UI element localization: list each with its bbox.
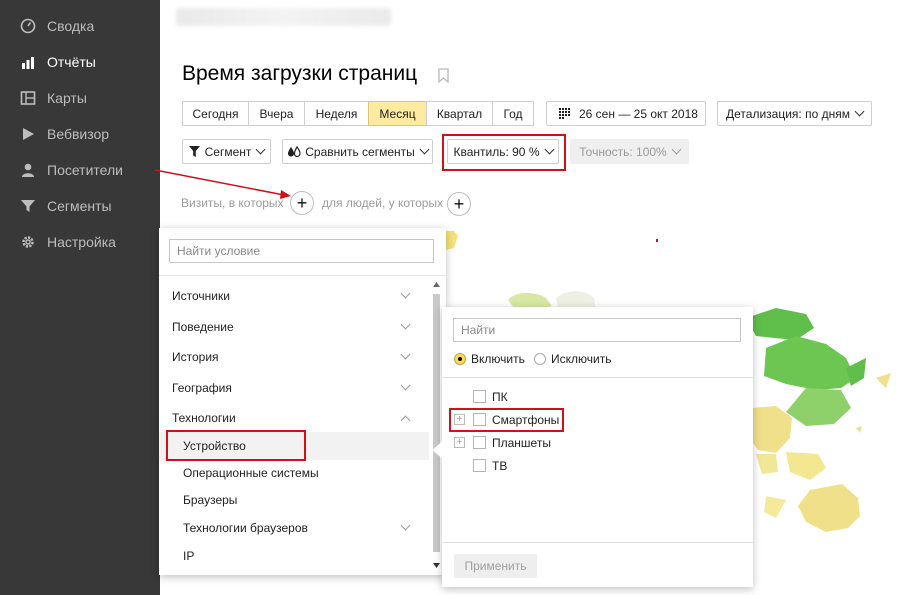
chevron-down-icon — [400, 319, 411, 330]
device-option-tablets[interactable]: + Планшеты — [442, 433, 742, 453]
scrollbar[interactable] — [432, 280, 440, 572]
condition-group-label: Поведение — [172, 320, 234, 334]
condition-group-behavior[interactable]: Поведение — [159, 313, 429, 341]
condition-search-input[interactable]: Найти условие — [169, 239, 434, 263]
condition-item-label: IP — [183, 549, 195, 563]
checkbox[interactable] — [473, 390, 486, 403]
highlight-box-device — [166, 430, 306, 461]
chevron-down-icon — [400, 520, 411, 531]
highlight-box-smartphones — [449, 408, 564, 432]
exclude-label: Исключить — [551, 352, 612, 366]
scrollbar-thumb[interactable] — [433, 294, 440, 552]
include-radio[interactable]: Включить — [454, 352, 525, 366]
scroll-down-icon — [433, 563, 440, 568]
device-submenu: Найти Включить Исключить ПК + Смартфоны … — [442, 307, 753, 587]
condition-group-history[interactable]: История — [159, 343, 429, 371]
divider — [442, 542, 753, 543]
condition-item-label: Браузеры — [183, 493, 238, 507]
submenu-pointer — [432, 440, 444, 460]
device-option-label: ПК — [492, 390, 508, 404]
checkbox[interactable] — [473, 459, 486, 472]
radio-checked-icon — [454, 353, 466, 365]
device-option-tv[interactable]: ТВ — [442, 456, 742, 476]
chevron-up-icon — [400, 415, 411, 426]
device-search-input[interactable]: Найти — [453, 318, 741, 342]
chevron-down-icon — [400, 288, 411, 299]
radio-unchecked-icon — [534, 353, 546, 365]
chevron-down-icon — [400, 380, 411, 391]
divider — [159, 275, 446, 276]
chevron-down-icon — [400, 349, 411, 360]
condition-group-label: Технологии — [172, 411, 236, 425]
condition-item-label: Технологии браузеров — [183, 521, 308, 535]
exclude-radio[interactable]: Исключить — [534, 352, 611, 366]
include-label: Включить — [471, 352, 525, 366]
condition-group-label: Источники — [172, 289, 230, 303]
condition-group-label: История — [172, 350, 219, 364]
condition-item-browser-tech[interactable]: Технологии браузеров — [159, 514, 429, 542]
device-option-pc[interactable]: ПК — [442, 387, 742, 407]
device-option-label: ТВ — [492, 459, 508, 473]
scroll-up-icon — [433, 282, 440, 287]
condition-item-browsers[interactable]: Браузеры — [159, 486, 429, 514]
condition-group-geography[interactable]: География — [159, 374, 429, 402]
condition-item-label: Операционные системы — [183, 466, 319, 480]
condition-group-sources[interactable]: Источники — [159, 282, 429, 310]
apply-button[interactable]: Применить — [454, 554, 537, 578]
condition-item-os[interactable]: Операционные системы — [159, 459, 429, 487]
condition-item-ip[interactable]: IP — [159, 542, 429, 570]
condition-group-technologies[interactable]: Технологии — [159, 404, 429, 432]
condition-group-label: География — [172, 381, 232, 395]
expand-plus-icon[interactable]: + — [454, 437, 465, 448]
condition-panel: Найти условие Источники Поведение Истори… — [159, 228, 446, 575]
divider — [442, 377, 753, 378]
checkbox[interactable] — [473, 436, 486, 449]
device-option-label: Планшеты — [492, 436, 551, 450]
